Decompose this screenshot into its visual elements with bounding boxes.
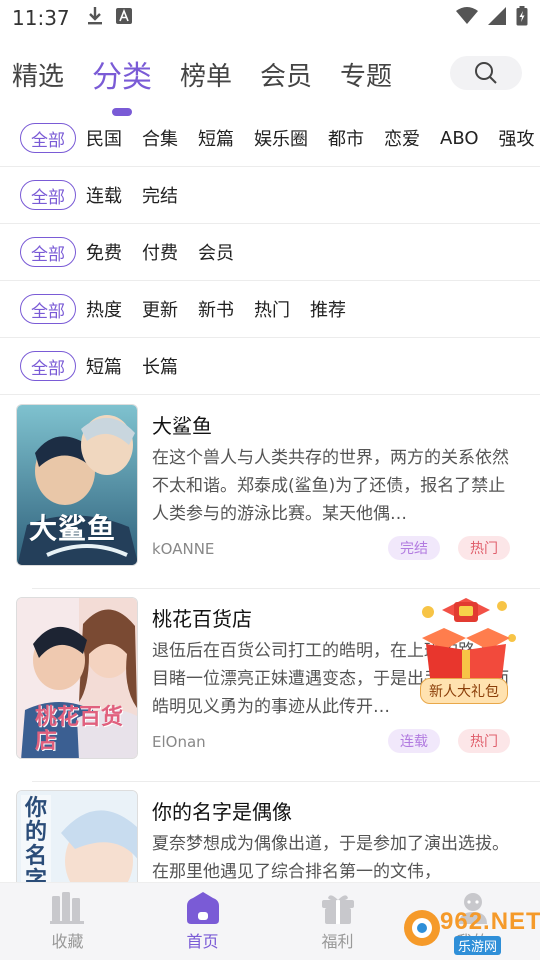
filter-all-chip[interactable]: 全部 [20,351,76,381]
filter-all-chip[interactable]: 全部 [20,237,76,267]
cover-title: 桃花百货店 [35,705,124,754]
nav-label: 首页 [186,931,219,951]
download-icon [86,6,104,30]
book-author: kOANNE [152,540,215,558]
filter-option[interactable]: 强攻 [499,125,535,151]
book-title: 桃花百货店 [152,607,252,631]
signal-icon [488,7,506,29]
book-title: 大鲨鱼 [152,414,212,438]
tab-ranking[interactable]: 榜单 [180,56,232,93]
filter-option[interactable]: 娱乐圈 [254,125,308,151]
tab-topics-label: 专题 [340,61,393,92]
filter-option[interactable]: 合集 [142,125,178,151]
status-bar: 11:37 [0,0,540,36]
tab-category-label: 分类 [92,60,153,95]
status-badge: 连载 [388,729,440,753]
watermark-sub: 乐游网 [454,936,502,955]
hot-badge: 热门 [458,729,510,753]
filter-row-progress: 全部 连载 完结 [0,167,540,224]
home-icon [186,891,219,924]
filter-option[interactable]: 会员 [198,239,234,265]
filter-option[interactable]: 短篇 [198,125,234,151]
filter-option[interactable]: 民国 [86,125,122,151]
gift-icon [321,894,354,924]
tab-featured[interactable]: 精选 [12,56,64,93]
filter-row-genre: 全部 民国 合集 短篇 娱乐圈 都市 恋爱 ABO 强攻 [0,110,540,167]
filter-row-sort: 全部 热度 更新 新书 热门 推荐 [0,281,540,338]
notification-a-icon [115,8,132,28]
book-author: ElOnan [152,733,206,751]
battery-icon [516,6,528,30]
filter-option[interactable]: 热门 [254,296,290,322]
bookshelf-icon [49,891,84,924]
filter-option[interactable]: 推荐 [310,296,346,322]
search-icon [475,62,497,84]
site-watermark: 962.NET 乐游网 [400,906,540,956]
filter-option[interactable]: 都市 [328,125,364,151]
filter-option[interactable]: 恋爱 [384,125,420,151]
gift-pack-button[interactable]: 新人大礼包 [404,592,524,704]
book-description: 在这个兽人与人类共存的世界，两方的关系依然不太和谐。郑泰成(鲨鱼)为了还债，报名… [152,448,509,524]
list-item[interactable]: 大鲨鱼 大鲨鱼 在这个兽人与人类共存的世界，两方的关系依然不太和谐。郑泰成(鲨鱼… [0,396,540,589]
tab-topics[interactable]: 专题 [340,56,392,93]
filter-area: 全部 民国 合集 短篇 娱乐圈 都市 恋爱 ABO 强攻 全部 连载 完结 全部… [0,110,540,395]
book-cover[interactable]: 桃花百货店 [16,597,138,759]
nav-home[interactable]: 首页 [135,883,270,960]
tab-ranking-label: 榜单 [180,61,233,92]
cover-title: 大鲨鱼 [29,512,117,545]
filter-option[interactable]: 完结 [142,182,178,208]
tab-featured-label: 精选 [12,61,65,92]
top-tabs: 精选 分类 榜单 会员 专题 [0,44,540,116]
tab-vip[interactable]: 会员 [260,56,312,93]
filter-all-chip[interactable]: 全部 [20,123,76,153]
filter-row-price: 全部 免费 付费 会员 [0,224,540,281]
status-badge: 完结 [388,536,440,560]
filter-option[interactable]: 连载 [86,182,122,208]
tab-category[interactable]: 分类 [92,52,153,116]
book-cover[interactable]: 大鲨鱼 [16,404,138,566]
filter-row-length: 全部 短篇 长篇 [0,338,540,395]
filter-option[interactable]: ABO [440,128,479,149]
filter-option[interactable]: 更新 [142,296,178,322]
hot-badge: 热门 [458,536,510,560]
nav-label: 收藏 [51,931,84,951]
status-time: 11:37 [12,6,70,30]
filter-option[interactable]: 付费 [142,239,178,265]
filter-option[interactable]: 短篇 [86,353,122,379]
filter-option[interactable]: 热度 [86,296,122,322]
gift-label: 新人大礼包 [420,678,508,704]
wifi-icon [456,7,478,29]
filter-option[interactable]: 免费 [86,239,122,265]
filter-option[interactable]: 新书 [198,296,234,322]
watermark-logo-icon [404,910,440,946]
watermark-brand: 962.NET [440,908,540,935]
tab-vip-label: 会员 [260,61,313,92]
filter-option[interactable]: 长篇 [142,353,178,379]
search-button[interactable] [450,56,522,90]
book-title: 你的名字是偶像 [152,800,292,824]
nav-welfare[interactable]: 福利 [270,883,405,960]
filter-all-chip[interactable]: 全部 [20,180,76,210]
nav-label: 福利 [321,931,354,951]
nav-favorites[interactable]: 收藏 [0,883,135,960]
filter-all-chip[interactable]: 全部 [20,294,76,324]
gift-box-icon [422,598,516,684]
